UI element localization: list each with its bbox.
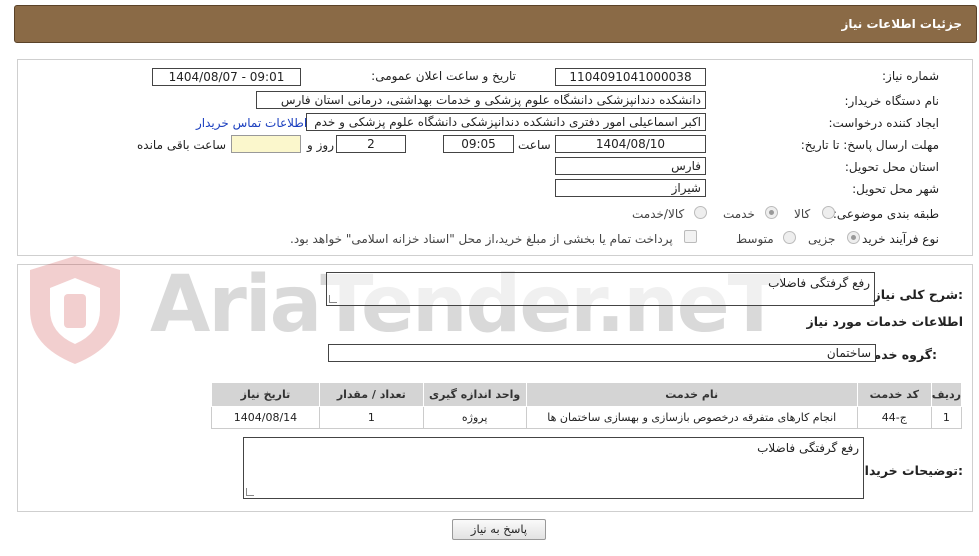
category-label: طبقه بندی موضوعی: — [832, 207, 939, 221]
creator-field: اکبر اسماعیلی امور دفتری دانشکده دندانپز… — [306, 113, 706, 131]
cell-row: 1 — [930, 406, 963, 429]
province-label: استان محل تحویل: — [844, 160, 939, 174]
announce-date-field: 1404/08/07 - 09:01 — [152, 68, 301, 86]
info-panel — [17, 59, 973, 256]
resize-handle-icon[interactable] — [246, 488, 254, 496]
buyer-org-field: دانشکده دندانپزشکی دانشگاه علوم پزشکی و … — [256, 91, 706, 109]
deadline-time-label: ساعت — [518, 138, 551, 152]
col-name: نام خدمت — [525, 382, 858, 407]
service-group-field: ساختمان — [328, 344, 876, 362]
category-service-label: خدمت — [723, 207, 755, 221]
cell-code: ج-44 — [856, 406, 932, 429]
buyer-org-label: نام دستگاه خریدار: — [844, 94, 940, 108]
services-table: ردیف کد خدمت نام خدمت واحد اندازه گیری ت… — [211, 382, 963, 429]
cell-qty: 1 — [318, 406, 424, 429]
cell-name: انجام کارهای متفرقه درخصوص بازسازی و بهس… — [525, 406, 858, 429]
services-section-title: اطلاعات خدمات مورد نیاز — [806, 314, 964, 329]
col-qty: تعداد / مقدار — [318, 382, 424, 407]
process-medium-radio[interactable] — [783, 231, 796, 244]
process-medium-label: متوسط — [736, 232, 774, 246]
city-label: شهر محل تحویل: — [852, 182, 939, 196]
creator-label: ایجاد کننده درخواست: — [828, 116, 939, 130]
hours-remaining-field — [231, 135, 301, 153]
buyer-notes-text: رفع گرفتگی فاضلاب — [757, 441, 859, 455]
category-goods-radio[interactable] — [822, 206, 835, 219]
col-code: کد خدمت — [856, 382, 932, 407]
cell-unit: پروژه — [422, 406, 527, 429]
deadline-date-field: 1404/08/10 — [555, 135, 706, 153]
table-row: 1 ج-44 انجام کارهای متفرقه درخصوص بازساز… — [211, 406, 963, 429]
page-header: جزئیات اطلاعات نیاز — [14, 5, 977, 43]
cell-date: 1404/08/14 — [211, 406, 320, 429]
process-minor-label: جزیی — [808, 232, 836, 246]
category-goods-service-radio[interactable] — [694, 206, 707, 219]
province-field: فارس — [555, 157, 706, 175]
buyer-contact-link[interactable]: اطلاعات تماس خریدار — [196, 116, 307, 130]
page-title: جزئیات اطلاعات نیاز — [841, 17, 962, 31]
city-field: شیراز — [555, 179, 706, 197]
category-goods-service-label: کالا/خدمت — [632, 207, 685, 221]
summary-textarea[interactable]: رفع گرفتگی فاضلاب — [326, 272, 875, 306]
days-remaining-field: 2 — [336, 135, 406, 153]
buyer-notes-textarea[interactable]: رفع گرفتگی فاضلاب — [243, 437, 864, 499]
summary-label: شرح کلی نیاز: — [873, 287, 964, 302]
process-label: نوع فرآیند خرید : — [854, 232, 939, 246]
resize-handle-icon[interactable] — [329, 295, 337, 303]
hours-remaining-label: ساعت باقی مانده — [137, 138, 227, 152]
days-label: روز و — [307, 138, 334, 152]
col-row: ردیف — [930, 382, 963, 407]
table-header-row: ردیف کد خدمت نام خدمت واحد اندازه گیری ت… — [211, 382, 963, 407]
reply-button[interactable]: پاسخ به نیاز — [452, 519, 546, 540]
need-number-field: 1104091041000038 — [555, 68, 706, 86]
buyer-notes-label: توضیحات خریدار: — [857, 463, 963, 478]
treasury-payment-checkbox[interactable] — [684, 230, 697, 243]
summary-text: رفع گرفتگی فاضلاب — [768, 276, 870, 290]
category-service-radio[interactable] — [765, 206, 778, 219]
category-goods-label: کالا — [794, 207, 811, 221]
deadline-label: مهلت ارسال پاسخ: تا تاریخ: — [800, 138, 939, 152]
col-date: تاریخ نیاز — [211, 382, 320, 407]
col-unit: واحد اندازه گیری — [422, 382, 527, 407]
deadline-time-field: 09:05 — [443, 135, 514, 153]
process-minor-radio[interactable] — [847, 231, 860, 244]
announce-date-label: تاریخ و ساعت اعلان عمومی: — [371, 69, 516, 83]
treasury-payment-note: پرداخت تمام یا بخشی از مبلغ خرید،از محل … — [290, 232, 673, 246]
need-number-label: شماره نیاز: — [882, 69, 939, 83]
